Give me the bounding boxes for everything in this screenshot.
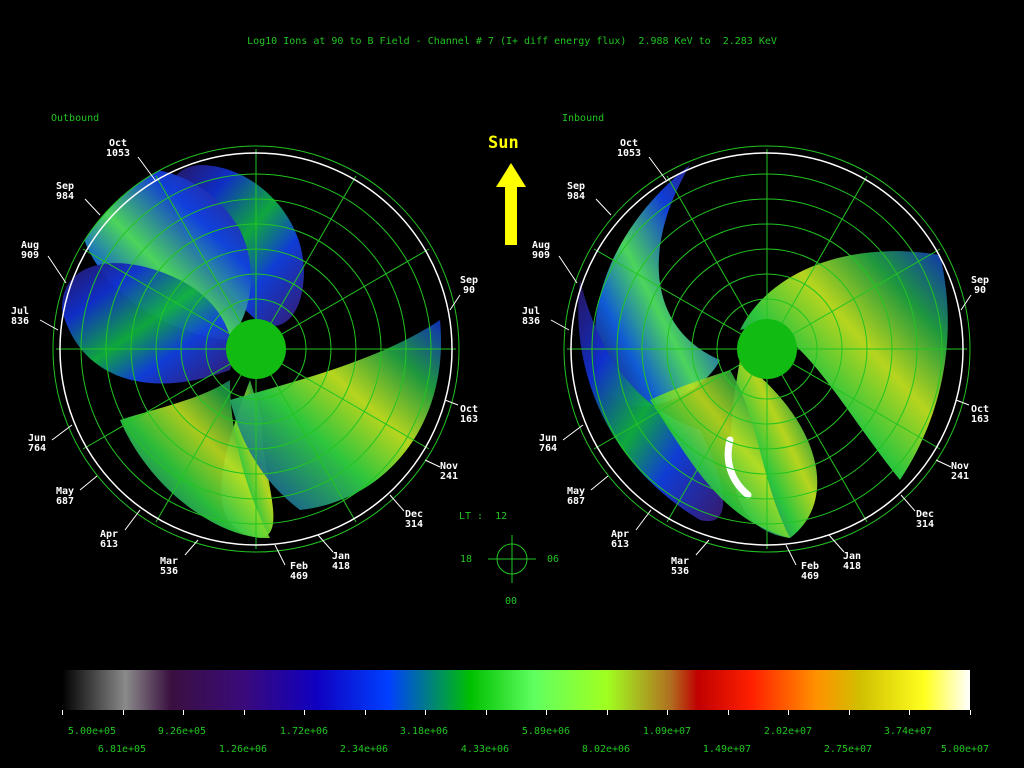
month-label: Jan 418 — [843, 551, 862, 572]
month-label: Jun 764 — [28, 433, 47, 454]
month-label: Sep 984 — [56, 181, 75, 202]
month-label: Aug 909 — [532, 240, 551, 261]
colorbar — [62, 670, 970, 710]
month-label: May 687 — [567, 486, 586, 507]
colorbar-tick — [62, 710, 63, 715]
colorbar-bottom-label: 2.34e+06 — [339, 744, 389, 755]
month-label: May 687 — [56, 486, 75, 507]
colorbar-tick — [969, 710, 971, 715]
colorbar-tick — [909, 710, 910, 715]
month-label: Sep 90 — [460, 275, 479, 296]
month-label: Oct 1053 — [106, 138, 131, 159]
colorbar-bottom-label: 2.75e+07 — [823, 744, 873, 755]
colorbar-top-label: 2.02e+07 — [763, 726, 813, 737]
colorbar-tick — [485, 710, 487, 715]
colorbar-bottom-label: 4.33e+06 — [460, 744, 510, 755]
month-label: Dec 314 — [916, 509, 935, 530]
month-label: Oct 163 — [460, 404, 479, 425]
colorbar-bottom-label: 1.49e+07 — [702, 744, 752, 755]
month-label: Aug 909 — [21, 240, 40, 261]
colorbar-tick — [788, 710, 789, 715]
colorbar-tick — [243, 710, 245, 715]
colorbar-tick — [667, 710, 668, 715]
month-label: Mar 536 — [160, 556, 179, 577]
colorbar-tick — [727, 710, 729, 715]
colorbar-tick — [425, 710, 426, 715]
colorbar-tick — [183, 710, 184, 715]
colorbar-top-label: 1.09e+07 — [642, 726, 692, 737]
sun-label: Sun — [488, 133, 519, 153]
month-label: Sep 90 — [971, 275, 990, 296]
month-label: Oct 163 — [971, 404, 990, 425]
month-label: Feb 469 — [801, 561, 820, 582]
month-label: Nov 241 — [440, 461, 459, 482]
month-label: Apr 613 — [100, 529, 119, 550]
colorbar-bottom-label: 5.00e+07 — [940, 744, 990, 755]
month-label: Jun 764 — [539, 433, 558, 454]
lt-left-label: 18 — [460, 554, 473, 565]
colorbar-bottom-label: 1.26e+06 — [218, 744, 268, 755]
month-label: Jul 836 — [522, 306, 541, 327]
colorbar-tick — [848, 710, 850, 715]
earth-disk-outbound — [226, 319, 286, 379]
lt-right-label: 06 — [547, 554, 560, 565]
orbit-plots — [39, 145, 972, 710]
month-label: Mar 536 — [671, 556, 690, 577]
colorbar-tick — [606, 710, 608, 715]
month-label: Feb 469 — [290, 561, 309, 582]
colorbar-top-label: 1.72e+06 — [279, 726, 329, 737]
sun-arrow-icon — [496, 163, 526, 245]
lt-label: LT : 12 — [459, 511, 508, 522]
colorbar-tick — [364, 710, 366, 715]
lt-bottom-label: 00 — [505, 596, 518, 607]
colorbar-bottom-label: 8.02e+06 — [581, 744, 631, 755]
colorbar-top-label: 3.18e+06 — [399, 726, 449, 737]
colorbar-tick — [546, 710, 547, 715]
colorbar-tick — [304, 710, 305, 715]
month-label: Apr 613 — [611, 529, 630, 550]
colorbar-bottom-label: 6.81e+05 — [97, 744, 147, 755]
month-label: Nov 241 — [951, 461, 970, 482]
month-label: Oct 1053 — [617, 138, 642, 159]
month-label: Dec 314 — [405, 509, 424, 530]
local-time-crosshair-icon — [488, 535, 536, 583]
month-label: Jan 418 — [332, 551, 351, 572]
colorbar-top-label: 3.74e+07 — [883, 726, 933, 737]
colorbar-top-label: 5.89e+06 — [521, 726, 571, 737]
colorbar-tick — [122, 710, 124, 715]
earth-disk-inbound — [737, 319, 797, 379]
month-label: Sep 984 — [567, 181, 586, 202]
month-label: Jul 836 — [11, 306, 30, 327]
colorbar-top-label: 9.26e+05 — [157, 726, 207, 737]
colorbar-top-label: 5.00e+05 — [67, 726, 117, 737]
